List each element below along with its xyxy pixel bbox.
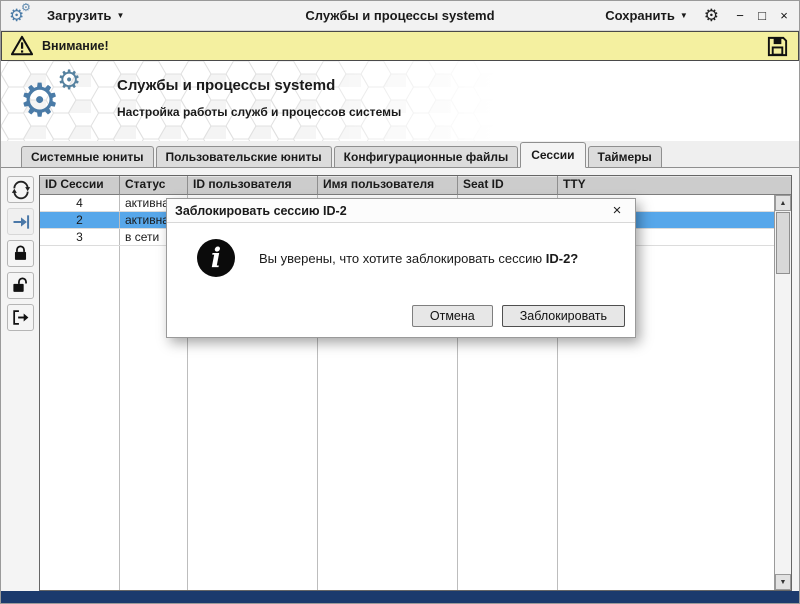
login-arrow-icon <box>11 212 31 232</box>
page-title: Службы и процессы systemd <box>117 77 336 94</box>
chevron-down-icon: ▼ <box>679 10 688 20</box>
titlebar: ⚙ ⚙ Загрузить ▼ Службы и процессы system… <box>1 1 799 31</box>
footer-bar <box>1 591 799 603</box>
dialog-titlebar: Заблокировать сессию ID-2 × <box>167 199 635 223</box>
column-header-seat-id[interactable]: Seat ID <box>458 176 558 195</box>
warning-text: Внимание! <box>42 39 109 53</box>
empty-cell <box>40 246 120 590</box>
dialog-buttons: Отмена Заблокировать <box>411 305 625 327</box>
cell-session-id: 4 <box>40 195 120 211</box>
gear-icon: ⚙ <box>19 73 61 127</box>
chevron-down-icon: ▼ <box>116 10 125 20</box>
tabbar: Системные юниты Пользовательские юниты К… <box>1 141 799 168</box>
settings-gear-icon[interactable]: ⚙ <box>704 6 719 26</box>
warning-triangle-icon <box>11 35 33 57</box>
page-subtitle: Настройка работы служб и процессов систе… <box>117 105 402 119</box>
column-header-user-id[interactable]: ID пользователя <box>188 176 318 195</box>
maximize-button[interactable]: □ <box>755 8 769 23</box>
terminate-session-button[interactable] <box>7 304 34 331</box>
app-logo-gears-icon: ⚙ ⚙ <box>19 67 99 135</box>
page-header: ⚙ ⚙ Службы и процессы systemd Настройка … <box>1 61 799 141</box>
dialog-body: i Вы уверены, что хотите заблокировать с… <box>167 223 635 277</box>
dialog-message: Вы уверены, что хотите заблокировать сес… <box>259 251 578 266</box>
activate-session-button[interactable] <box>7 208 34 235</box>
lock-session-button[interactable] <box>7 240 34 267</box>
column-header-tty[interactable]: TTY <box>558 176 791 195</box>
app-window: ⚙ ⚙ Загрузить ▼ Службы и процессы system… <box>0 0 800 604</box>
window-controls: − □ × <box>733 8 791 23</box>
tab-config-files[interactable]: Конфигурационные файлы <box>333 146 519 167</box>
warning-bar: Внимание! <box>1 31 799 61</box>
lock-closed-icon <box>11 244 30 263</box>
gear-icon: ⚙ <box>57 65 82 96</box>
refresh-icon <box>11 180 31 200</box>
lock-confirm-button[interactable]: Заблокировать <box>501 305 625 327</box>
unlock-session-button[interactable] <box>7 272 34 299</box>
logout-arrow-icon <box>11 308 30 327</box>
minimize-button[interactable]: − <box>733 8 747 23</box>
tab-user-units[interactable]: Пользовательские юниты <box>155 146 332 167</box>
column-header-session-id[interactable]: ID Сессии <box>40 176 120 195</box>
load-menu-button[interactable]: Загрузить ▼ <box>41 4 130 27</box>
gear-icon: ⚙ <box>21 0 31 14</box>
cell-session-id: 2 <box>40 212 120 228</box>
dialog-message-target: ID-2? <box>545 250 579 266</box>
cell-session-id: 3 <box>40 229 120 245</box>
scroll-down-button[interactable]: ▼ <box>775 574 791 590</box>
dialog-close-icon[interactable]: × <box>607 202 627 219</box>
scrollbar-thumb[interactable] <box>776 212 790 274</box>
save-menu-label: Сохранить <box>605 8 675 23</box>
scroll-up-button[interactable]: ▲ <box>775 195 791 211</box>
lock-open-icon <box>11 276 30 295</box>
dialog-title: Заблокировать сессию ID-2 <box>175 203 347 218</box>
save-menu-button[interactable]: Сохранить ▼ <box>599 4 694 27</box>
session-toolbar <box>4 176 37 336</box>
refresh-button[interactable] <box>7 176 34 203</box>
tab-timers[interactable]: Таймеры <box>587 146 662 167</box>
cancel-button[interactable]: Отмена <box>411 305 493 327</box>
dialog-message-text: Вы уверены, что хотите заблокировать сес… <box>259 250 546 266</box>
tab-system-units[interactable]: Системные юниты <box>21 146 154 167</box>
lock-session-dialog: Заблокировать сессию ID-2 × i Вы уверены… <box>166 198 636 338</box>
vertical-scrollbar[interactable]: ▲ ▼ <box>774 195 791 590</box>
column-header-user-name[interactable]: Имя пользователя <box>318 176 458 195</box>
tab-sessions[interactable]: Сессии <box>520 142 586 168</box>
app-gears-icon: ⚙ ⚙ <box>9 0 35 28</box>
load-menu-label: Загрузить <box>47 8 112 23</box>
info-icon: i <box>197 239 235 277</box>
column-header-status[interactable]: Статус <box>120 176 188 195</box>
close-button[interactable]: × <box>777 8 791 23</box>
save-floppy-icon[interactable] <box>765 34 789 58</box>
table-header-row: ID Сессии Статус ID пользователя Имя пол… <box>40 176 791 195</box>
